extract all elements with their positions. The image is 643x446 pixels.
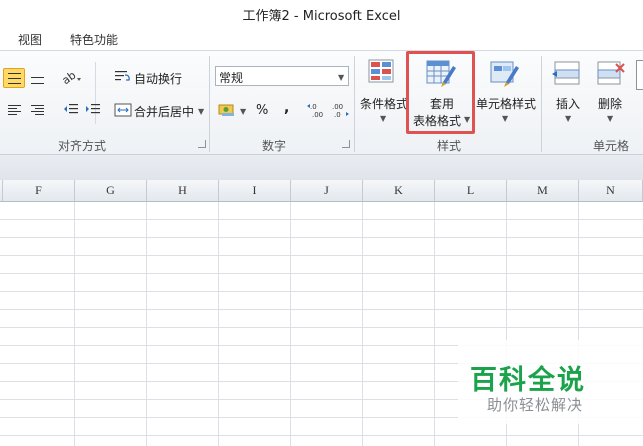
grid-line [146, 202, 147, 446]
increase-indent-icon [86, 104, 100, 114]
insert-icon [552, 61, 580, 85]
format-icon[interactable] [636, 60, 643, 90]
formula-bar-area [0, 154, 643, 181]
grid-line [0, 237, 643, 238]
merge-center-icon-button[interactable] [112, 100, 134, 120]
currency-icon [218, 104, 234, 116]
watermark-subtitle: 助你轻松解决 [487, 396, 584, 414]
number-format-value: 常规 [219, 71, 244, 85]
grid-line [74, 202, 75, 446]
column-header-h[interactable]: H [147, 180, 219, 202]
delete-icon [597, 61, 625, 85]
svg-text:.00: .00 [332, 103, 343, 111]
decrease-decimal-icon: .00.0 [332, 103, 349, 119]
wrap-text-icon [115, 71, 130, 81]
align-middle-icon [7, 72, 21, 84]
grid-line [0, 273, 643, 274]
group-label-alignment: 对齐方式 [58, 139, 107, 153]
column-header-f[interactable]: F [3, 180, 75, 202]
grid-line [218, 202, 219, 446]
align-bottom-button[interactable] [26, 68, 48, 88]
group-divider [541, 56, 542, 152]
wrap-text-button[interactable]: 自动换行 [134, 70, 182, 87]
accounting-format-button[interactable] [217, 100, 239, 120]
merge-center-dropdown-icon[interactable]: ▼ [198, 107, 204, 116]
wrap-text-icon-button[interactable] [112, 67, 134, 87]
column-header-i[interactable]: I [219, 180, 291, 202]
column-header-n[interactable]: N [579, 180, 643, 202]
svg-text:ab: ab [60, 69, 78, 85]
cell-styles-button[interactable]: 单元格样式 [476, 95, 536, 112]
cell-styles-icon [490, 61, 519, 87]
align-bottom-icon [30, 76, 44, 84]
cell-styles-dropdown-icon[interactable]: ▼ [502, 114, 508, 123]
svg-text:.0: .0 [334, 111, 341, 119]
delete-icon-button[interactable] [594, 58, 630, 94]
orientation-icon: ab [60, 69, 81, 85]
increase-decimal-button[interactable]: .0.00 [306, 101, 326, 119]
column-header-g[interactable]: G [75, 180, 147, 202]
orientation-button[interactable]: ab [58, 67, 86, 87]
chevron-down-icon[interactable]: ▼ [338, 73, 344, 82]
decrease-indent-button[interactable] [60, 100, 82, 120]
svg-text:.00: .00 [312, 111, 323, 119]
grid-line [362, 202, 363, 446]
highlight-box [406, 51, 475, 134]
increase-indent-button[interactable] [82, 100, 104, 120]
insert-button[interactable]: 插入 [556, 95, 580, 112]
cell-styles-icon-button[interactable] [486, 58, 526, 98]
insert-dropdown-icon[interactable]: ▼ [565, 114, 571, 123]
align-left-icon [7, 104, 21, 116]
group-label-styles: 样式 [437, 139, 462, 153]
group-label-number: 数字 [262, 139, 287, 153]
merge-center-icon [114, 103, 132, 117]
watermark-title: 百科全说 [470, 365, 586, 396]
align-middle-button[interactable] [3, 68, 25, 88]
window-title: 工作簿2 - Microsoft Excel [242, 9, 401, 24]
align-right-button[interactable] [26, 100, 48, 120]
conditional-format-icon [368, 59, 394, 83]
decrease-indent-icon [64, 104, 78, 114]
insert-icon-button[interactable] [551, 58, 587, 94]
tab-view[interactable]: 视图 [18, 31, 42, 48]
grid-line [434, 202, 435, 446]
column-header-l[interactable]: L [435, 180, 507, 202]
group-divider [209, 56, 210, 152]
group-divider [354, 56, 355, 152]
group-label-cells: 单元格 [593, 139, 630, 153]
grid-line [0, 309, 643, 310]
delete-button[interactable]: 删除 [598, 95, 622, 112]
svg-text:.0: .0 [310, 103, 317, 111]
column-header-k[interactable]: K [363, 180, 435, 202]
tab-special-features[interactable]: 特色功能 [70, 31, 118, 48]
conditional-format-dropdown-icon[interactable]: ▼ [380, 114, 386, 123]
grid-line [0, 435, 643, 436]
conditional-format-label[interactable]: 条件格式 [360, 95, 408, 112]
align-left-button[interactable] [3, 100, 25, 120]
delete-dropdown-icon[interactable]: ▼ [607, 114, 613, 123]
alignment-launcher-icon[interactable] [198, 140, 206, 148]
grid-line [290, 202, 291, 446]
accounting-dropdown-icon[interactable]: ▼ [240, 107, 246, 116]
grid-line [0, 291, 643, 292]
align-right-icon [30, 104, 44, 116]
comma-button[interactable]: , [284, 100, 289, 116]
grid-line [0, 327, 643, 328]
merge-center-button[interactable]: 合并后居中 [134, 103, 194, 120]
grid-line [0, 255, 643, 256]
increase-decimal-icon: .0.00 [307, 103, 323, 119]
grid-line [0, 219, 643, 220]
decrease-decimal-button[interactable]: .00.0 [330, 101, 350, 119]
percent-button[interactable]: % [256, 103, 268, 118]
column-header-m[interactable]: M [507, 180, 579, 202]
number-launcher-icon[interactable] [342, 140, 350, 148]
column-header-j[interactable]: J [291, 180, 363, 202]
